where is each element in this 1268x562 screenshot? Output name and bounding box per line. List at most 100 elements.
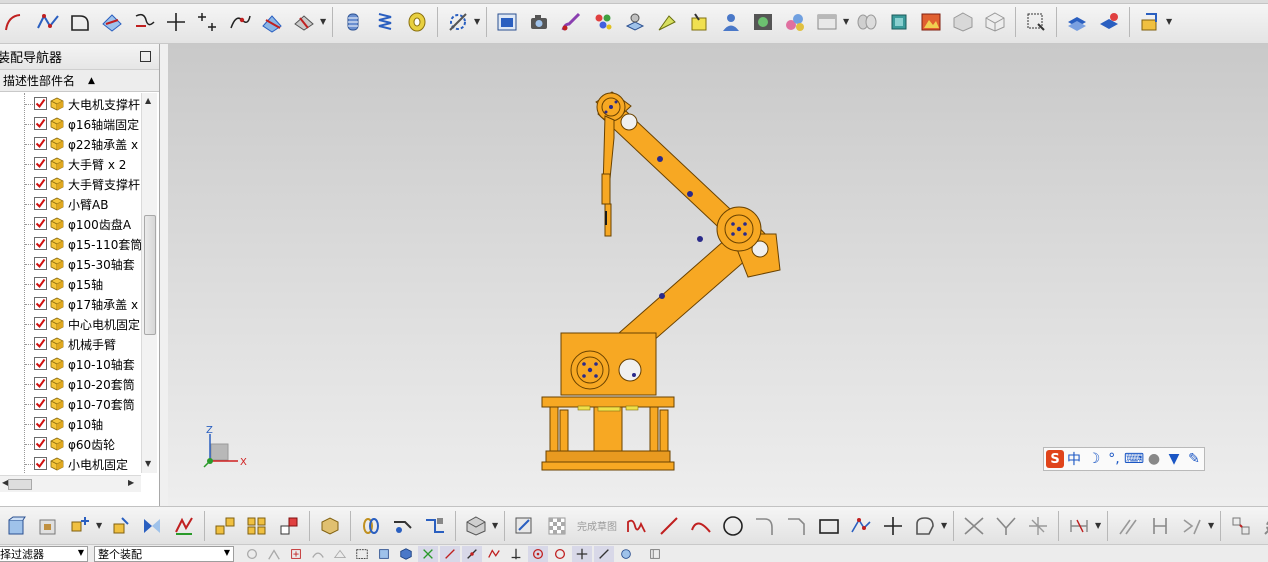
vertical-constraint-icon[interactable] xyxy=(1145,511,1175,541)
wave-geometry-icon[interactable] xyxy=(315,511,345,541)
symmetric-constraint-icon[interactable] xyxy=(1177,511,1207,541)
scroll-up-icon[interactable]: ▲ xyxy=(145,96,151,105)
skin-shirt-icon[interactable]: ▼ xyxy=(1164,449,1184,469)
visibility-checkbox[interactable] xyxy=(34,257,47,270)
snap-add-icon[interactable] xyxy=(286,546,306,562)
maximize-icon[interactable] xyxy=(140,51,151,62)
cylinder-tool-icon[interactable] xyxy=(338,7,368,37)
visibility-checkbox[interactable] xyxy=(34,97,47,110)
tree-row[interactable]: φ100齿盘A xyxy=(0,214,141,234)
polygon-tool-icon[interactable] xyxy=(910,511,940,541)
dropdown-arrow-icon[interactable]: ▼ xyxy=(224,548,230,557)
display-scene-icon[interactable] xyxy=(748,7,778,37)
split-tool-icon[interactable] xyxy=(1023,511,1053,541)
constraint-icon[interactable] xyxy=(169,511,199,541)
visibility-checkbox[interactable] xyxy=(34,277,47,290)
dropdown-arrow-icon[interactable]: ▼ xyxy=(1208,521,1216,530)
tree-row[interactable]: φ15轴 xyxy=(0,274,141,294)
tree-row[interactable]: φ10轴 xyxy=(0,414,141,434)
replace-component-icon[interactable] xyxy=(274,511,304,541)
assembly-component-icon[interactable] xyxy=(1,511,31,541)
exploded-view-icon[interactable] xyxy=(210,511,240,541)
tree-row[interactable]: 机械手臂 xyxy=(0,334,141,354)
dimension-tool-icon[interactable] xyxy=(1064,511,1094,541)
intersect-curve-icon[interactable] xyxy=(257,7,287,37)
spline-tool-icon[interactable] xyxy=(33,7,63,37)
finish-sketch-button[interactable]: 完成草图 xyxy=(577,518,617,533)
keyboard-icon[interactable]: ⌨ xyxy=(1124,449,1144,469)
snap-mid-icon[interactable] xyxy=(462,545,482,562)
layer-settings-icon[interactable] xyxy=(1094,7,1124,37)
spring-tool-icon[interactable] xyxy=(370,7,400,37)
polyline-tool-icon[interactable] xyxy=(846,511,876,541)
visibility-checkbox[interactable] xyxy=(34,397,47,410)
light-icon[interactable] xyxy=(652,7,682,37)
tree-row[interactable]: 大电机支撑杆 xyxy=(0,94,141,114)
snap-quadrant-icon[interactable] xyxy=(550,546,570,562)
picture-icon[interactable] xyxy=(916,7,946,37)
snap-end-icon[interactable] xyxy=(440,545,460,562)
visibility-checkbox[interactable] xyxy=(34,337,47,350)
dropdown-arrow-icon[interactable]: ▼ xyxy=(843,17,851,26)
checker-flag-icon[interactable] xyxy=(542,511,572,541)
fillet-sketch-icon[interactable] xyxy=(750,511,780,541)
visibility-checkbox[interactable] xyxy=(34,377,47,390)
assembly-view-icon[interactable] xyxy=(33,511,63,541)
scroll-thumb[interactable] xyxy=(144,215,156,335)
trim-tool-icon[interactable] xyxy=(959,511,989,541)
offset-curve-icon[interactable] xyxy=(97,7,127,37)
bearing-tool-icon[interactable] xyxy=(402,7,432,37)
zoom-window-icon[interactable] xyxy=(1021,7,1051,37)
material-icon[interactable] xyxy=(620,7,650,37)
dropdown-arrow-icon[interactable]: ▼ xyxy=(941,521,949,530)
chamfer-sketch-icon[interactable] xyxy=(782,511,812,541)
snap-grid-icon[interactable] xyxy=(418,545,438,562)
arc-tool-icon[interactable] xyxy=(1,7,31,37)
select-body-icon[interactable] xyxy=(374,546,394,562)
sort-ascending-icon[interactable]: ▲ xyxy=(88,76,95,86)
snap-control-icon[interactable] xyxy=(484,546,504,562)
visibility-checkbox[interactable] xyxy=(34,117,47,130)
component-array-icon[interactable] xyxy=(242,511,272,541)
moon-icon[interactable]: ☽ xyxy=(1084,449,1104,469)
layer-icon[interactable] xyxy=(1062,7,1092,37)
move-component-icon[interactable] xyxy=(105,511,135,541)
tree-row[interactable]: 小电机固定 xyxy=(0,454,141,473)
snap-curve-icon[interactable] xyxy=(308,546,328,562)
dropdown-arrow-icon[interactable]: ▼ xyxy=(1166,17,1174,26)
circle-tool-icon[interactable] xyxy=(718,511,748,541)
visibility-checkbox[interactable] xyxy=(34,137,47,150)
dropdown-arrow-icon[interactable]: ▼ xyxy=(320,17,328,26)
cylinders-icon[interactable] xyxy=(852,7,882,37)
visibility-checkbox[interactable] xyxy=(34,417,47,430)
snap-bounded-icon[interactable] xyxy=(645,546,665,562)
column-header[interactable]: 描述性部件名 ▲ xyxy=(0,70,159,92)
visibility-checkbox[interactable] xyxy=(34,157,47,170)
cube-gray-icon[interactable] xyxy=(948,7,978,37)
color-palette-icon[interactable] xyxy=(588,7,618,37)
vertical-scrollbar[interactable]: ▲ ▼ xyxy=(141,93,157,473)
tree-row[interactable]: φ15-110套筒 xyxy=(0,234,141,254)
visibility-checkbox[interactable] xyxy=(34,197,47,210)
paint-brush-icon[interactable] xyxy=(556,7,586,37)
camera-icon[interactable] xyxy=(524,7,554,37)
dropdown-arrow-icon[interactable]: ▼ xyxy=(474,17,482,26)
visibility-checkbox[interactable] xyxy=(34,317,47,330)
user-icon[interactable]: ● xyxy=(1144,449,1164,469)
scroll-thumb[interactable] xyxy=(8,479,32,490)
export-icon[interactable] xyxy=(1135,7,1165,37)
dropdown-arrow-icon[interactable]: ▼ xyxy=(1095,521,1103,530)
tree-row[interactable]: 小臂AB xyxy=(0,194,141,214)
weld-icon[interactable] xyxy=(388,511,418,541)
tree-row[interactable]: φ16轴端固定 xyxy=(0,114,141,134)
filter-reset-icon[interactable] xyxy=(242,546,262,562)
snap-point-icon[interactable] xyxy=(264,546,284,562)
type-filter-select[interactable]: 择过滤器 ▼ xyxy=(0,545,88,562)
section-curve-icon[interactable] xyxy=(289,7,319,37)
tree-row[interactable]: φ15-30轴套 xyxy=(0,254,141,274)
box-view-icon[interactable] xyxy=(884,7,914,37)
snap-center-icon[interactable] xyxy=(528,545,548,562)
sketch-settings-icon[interactable] xyxy=(1258,511,1268,541)
ime-toolbar[interactable]: S 中 ☽ °, ⌨ ● ▼ ✎ xyxy=(1043,447,1205,471)
point-tool-icon[interactable] xyxy=(878,511,908,541)
